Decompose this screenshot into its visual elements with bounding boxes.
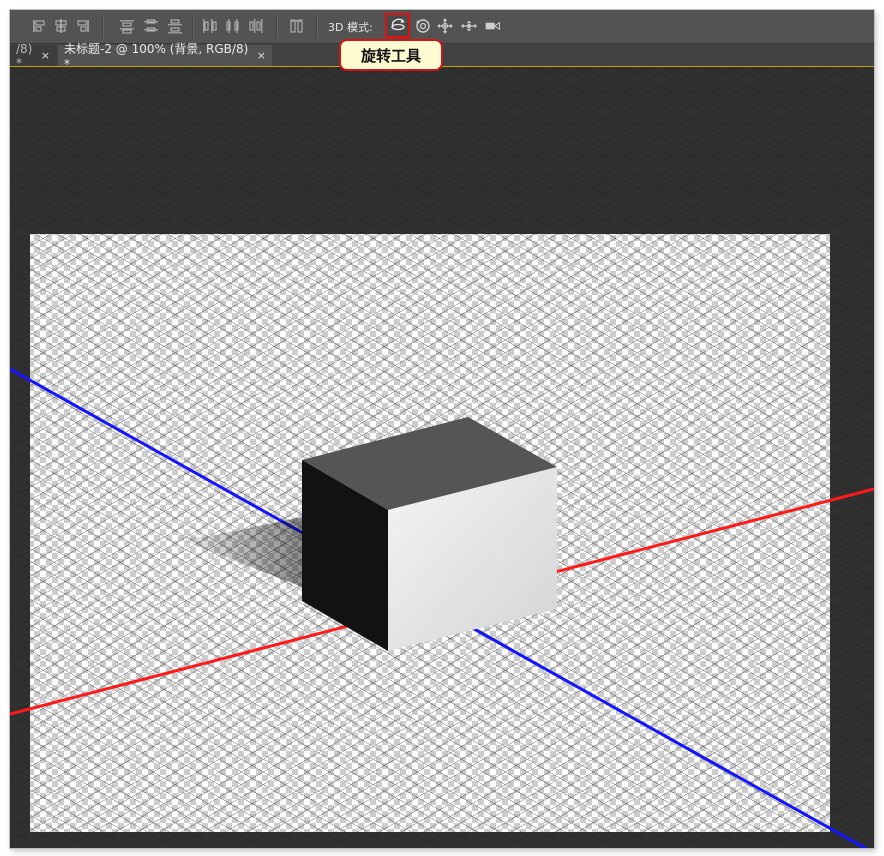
slide-3d-icon[interactable]	[460, 17, 478, 35]
distribute-bottom-icon[interactable]	[166, 17, 184, 35]
align-bottom-edges-icon[interactable]	[74, 17, 92, 35]
tab-untitled-2[interactable]: 未标题-2 @ 100% (背景, RGB/8) * ×	[58, 42, 272, 71]
options-toolbar: 3D 模式:	[10, 10, 874, 44]
align-vertical-centers-icon[interactable]	[52, 17, 70, 35]
3d-viewport[interactable]	[10, 67, 874, 848]
photoshop-window: 3D 模式: /8) * × 未标题-2 @ 100% (背景, RGB/8) …	[10, 10, 874, 848]
3d-mode-label: 3D 模式:	[328, 21, 373, 34]
close-icon[interactable]: ×	[257, 49, 266, 62]
roll-3d-icon[interactable]	[414, 17, 432, 35]
auto-align-layers-icon[interactable]	[288, 17, 306, 35]
distribute-horizontal-centers-icon[interactable]	[224, 17, 242, 35]
distribute-vertical-centers-icon[interactable]	[142, 17, 160, 35]
distribute-left-icon[interactable]	[200, 17, 218, 35]
tab-label: /8) *	[16, 41, 33, 70]
canvas-workspace[interactable]	[10, 67, 874, 848]
rotate-3d-tool-button[interactable]	[385, 13, 410, 38]
align-top-edges-icon[interactable]	[30, 17, 48, 35]
close-icon[interactable]: ×	[41, 49, 50, 62]
tab-previous-document[interactable]: /8) * ×	[10, 42, 56, 70]
distribute-right-icon[interactable]	[248, 17, 266, 35]
rotate-tool-callout: 旋转工具	[339, 39, 443, 71]
3d-cube[interactable]	[302, 417, 557, 651]
distribute-top-icon[interactable]	[118, 17, 136, 35]
scale-3d-camera-icon[interactable]	[484, 17, 502, 35]
drag-3d-icon[interactable]	[436, 17, 454, 35]
rotate-3d-icon	[389, 16, 407, 36]
